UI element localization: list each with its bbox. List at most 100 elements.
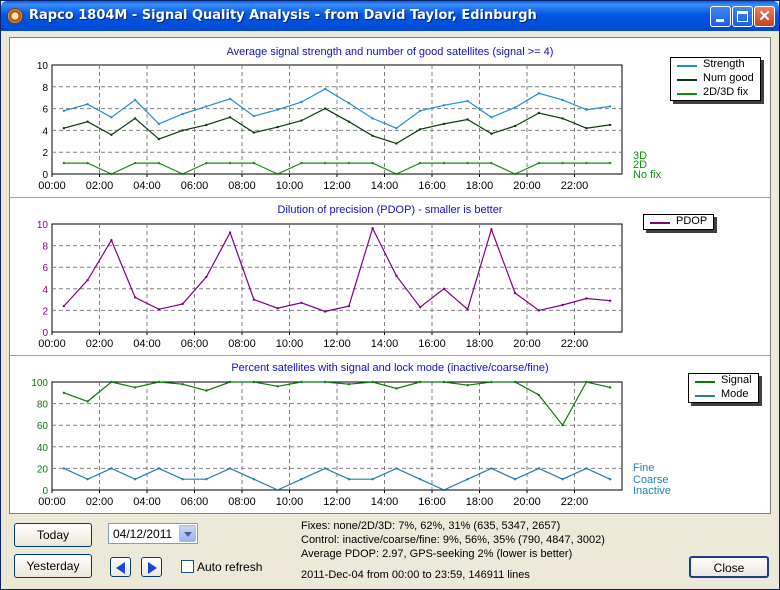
chevron-down-icon[interactable] [179,525,196,542]
chart1-point-2d-3d-fix [276,172,279,176]
chart3-y-tick-label: 40 [37,443,49,454]
chart1-point-strength [181,112,184,116]
chart1-point-strength [133,98,137,102]
date-value: 04/12/2011 [113,527,173,541]
chart3-point-mode [276,488,279,492]
minimize-button[interactable] [710,6,731,27]
chart3-point-signal [513,380,517,384]
close-button[interactable]: Close [689,556,769,578]
level-label-fine: Fine [633,462,655,474]
chart3-point-signal [537,393,541,397]
chart2-point-pdop [371,227,374,230]
chart1-point-strength [276,108,279,111]
previous-day-button[interactable] [110,557,131,577]
chart1-point-strength [252,115,256,118]
chart1-point-num-good [442,122,446,126]
chart2-point-pdop [323,310,327,313]
plot-area: Average signal strength and number of go… [9,37,771,514]
chart3-x-tick-label: 12:00 [323,496,351,508]
chart3-point-mode [205,478,208,481]
satellite-dish-icon[interactable] [7,8,23,24]
chart1-point-2d-3d-fix [228,161,232,165]
charts-svg: 024681000:00 02:00 04:00 06:00 08:00 10:00 12:… [31,61,623,508]
chart1-y-tick-label: 4 [42,126,48,137]
next-day-button[interactable] [141,557,162,577]
chart3-point-signal [157,380,161,384]
chart1-x-tick-label: 14:00 [371,180,399,192]
chart2-x-tick-label: 18:00 [466,338,494,350]
chart1-point-num-good [62,127,66,130]
auto-refresh-label[interactable]: Auto refresh [197,560,262,574]
chart2-y-tick-label: 6 [42,263,48,274]
maximize-icon [737,11,748,22]
chart3-point-mode [395,467,398,470]
chart3-x-tick-label: 08:00 [228,496,256,508]
chart2-x-tick-label: 12:00 [323,338,351,350]
chart1-x-tick-label: 16:00 [418,180,446,192]
chart3-point-mode [181,478,184,481]
chart3-point-signal [585,380,588,384]
auto-refresh-checkbox[interactable] [181,560,194,573]
chart1-point-2d-3d-fix [537,161,541,165]
stats-control: Control: inactive/coarse/fine: 9%, 56%, … [301,534,605,546]
chart3-point-signal [205,389,208,392]
chart3-point-mode [418,478,422,481]
chart1-point-2d-3d-fix [585,161,588,165]
chart3-point-signal [86,400,89,403]
maximize-button[interactable] [732,6,753,27]
chart3-point-mode [466,478,469,481]
legend-item-fix: 2D/3D fix [671,86,760,100]
chart3-point-mode [513,478,517,481]
chart2-point-pdop [418,306,422,309]
chart3-x-tick-label: 22:00 [561,496,589,508]
chart1-point-num-good [252,131,256,134]
legend-item-mode: Mode [689,388,758,402]
chart3-point-signal [442,380,446,384]
stats-pdop: Average PDOP: 2.97, GPS-seeking 2% (lowe… [301,548,573,560]
today-button[interactable]: Today [14,523,92,547]
arrow-left-icon [116,562,125,574]
chart1-point-strength [300,100,303,104]
chart3-legend: Signal Mode [688,373,759,403]
chart2-point-pdop [181,302,184,306]
chart1-point-num-good [490,132,493,135]
stats-range: 2011-Dec-04 from 00:00 to 23:59, 146911 … [301,569,530,581]
chart1-point-num-good [561,117,564,120]
chart1-point-strength [347,101,351,105]
chart3-x-tick-label: 14:00 [371,496,399,508]
close-window-button[interactable]: ✕ [754,6,775,27]
chart1-x-tick-label: 04:00 [133,180,161,192]
chart2-x-tick-label: 16:00 [418,338,446,350]
chart3-point-mode [110,467,113,470]
chart3-x-tick-label: 20:00 [513,496,541,508]
yesterday-button[interactable]: Yesterday [14,554,92,578]
chart1-point-num-good [466,118,469,121]
chart1-point-num-good [133,117,137,120]
chart3-point-signal [371,380,374,384]
chart3-point-signal [561,424,564,427]
chart1-point-num-good [585,127,588,130]
chart3-y-tick-label: 20 [37,464,49,475]
chart2-point-pdop [585,297,588,300]
date-picker[interactable]: 04/12/2011 [108,523,198,544]
chart1-x-tick-label: 20:00 [513,180,541,192]
chart3-point-mode [490,467,493,470]
title-bar[interactable]: Rapco 1804M - Signal Quality Analysis - … [1,1,779,31]
chart1-point-num-good [513,124,517,128]
chart1-point-strength [418,109,422,113]
chart1-point-2d-3d-fix [513,172,517,176]
chart1-x-tick-label: 10:00 [276,180,304,192]
chart1-point-num-good [300,119,303,122]
chart1-point-strength [608,105,612,108]
chart2-point-pdop [490,228,493,231]
chart2-point-pdop [110,239,113,242]
chart3-point-mode [86,478,89,481]
chart1-point-strength [466,99,469,103]
chart3-point-mode [442,488,446,492]
chart1-x-tick-label: 08:00 [228,180,256,192]
level-label-inactive: Inactive [633,485,671,497]
chart3-point-mode [585,467,588,470]
chart3-point-mode [608,478,612,481]
chart3-y-tick-label: 100 [31,378,48,389]
chart1-y-tick-label: 8 [42,83,48,94]
